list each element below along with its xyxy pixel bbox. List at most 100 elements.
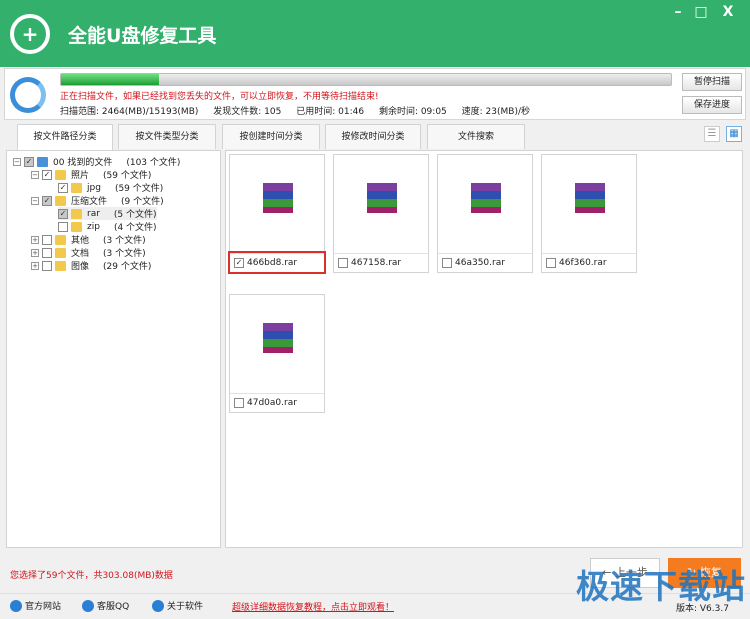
support-qq-link[interactable]: 客服QQ: [82, 599, 129, 612]
scan-info: 扫描范围: 2464(MB)/15193(MB) 发现文件数: 105 已用时间…: [60, 104, 542, 117]
tab-by-created[interactable]: 按创建时间分类: [222, 124, 320, 149]
tree-label: zip: [87, 221, 100, 232]
tree-count: (59 个文件): [114, 184, 164, 194]
app-logo-icon: +: [10, 14, 50, 54]
close-button[interactable]: X: [718, 4, 738, 20]
home-icon: [10, 599, 22, 612]
tree-count: (5 个文件): [113, 210, 157, 220]
minimize-button[interactable]: –: [668, 4, 688, 20]
watermark: 极速下载站: [576, 567, 746, 606]
collapse-icon[interactable]: −: [31, 170, 39, 179]
tab-by-type[interactable]: 按文件类型分类: [118, 124, 216, 149]
expand-icon[interactable]: +: [31, 248, 39, 257]
qq-icon: [82, 599, 94, 612]
list-view-icon[interactable]: ☰: [704, 126, 720, 142]
save-progress-button[interactable]: 保存进度: [682, 96, 742, 114]
tree-label: 文档: [71, 249, 90, 259]
file-label: 467158.rar: [334, 253, 428, 272]
file-label: 47d0a0.rar: [230, 393, 324, 412]
rar-archive-icon: [367, 183, 397, 215]
file-card[interactable]: 46a350.rar: [437, 154, 533, 273]
file-card[interactable]: 46f360.rar: [541, 154, 637, 273]
file-name: 47d0a0.rar: [247, 398, 297, 408]
rar-archive-icon: [263, 183, 293, 215]
folder-icon: [71, 182, 82, 193]
folder-icon: [55, 195, 66, 206]
file-checkbox[interactable]: [546, 258, 556, 268]
checkbox[interactable]: [42, 234, 52, 245]
rar-archive-icon: [575, 183, 605, 215]
scan-message: 正在扫描文件，如果已经找到您丢失的文件，可以立即恢复，不用等待扫描结束!: [60, 92, 379, 102]
tree-label: 00 找到的文件: [53, 158, 113, 168]
expand-icon[interactable]: +: [31, 261, 39, 270]
remaining-time: 剩余时间: 09:05: [378, 107, 447, 117]
tab-file-search[interactable]: 文件搜索: [427, 124, 525, 149]
folder-icon: [55, 234, 66, 245]
checkbox[interactable]: ✓: [42, 169, 52, 180]
tree-node-photos[interactable]: − ✓ 照片 (59 个文件): [31, 168, 151, 181]
link-label: 客服QQ: [97, 602, 130, 612]
scan-progress-bar: [60, 73, 672, 86]
tree-label: rar: [87, 208, 100, 219]
tree-count: (4 个文件): [113, 223, 157, 233]
file-name: 467158.rar: [351, 258, 402, 268]
tree-label: 压缩文件: [71, 197, 108, 207]
selection-summary: 您选择了59个文件，共303.08(MB)数据: [10, 571, 173, 581]
tutorial-link[interactable]: 超级详细数据恢复教程，点击立即观看！: [232, 600, 394, 613]
tree-node-jpg[interactable]: ✓ jpg (59 个文件): [58, 181, 163, 194]
rar-archive-icon: [471, 183, 501, 215]
collapse-icon[interactable]: −: [31, 196, 39, 205]
checkbox[interactable]: ✓: [58, 208, 68, 219]
file-label: ✓ 466bd8.rar: [228, 251, 326, 274]
tree-node-root[interactable]: − ✓ 00 找到的文件 (103 个文件): [13, 155, 180, 168]
grid-view-icon[interactable]: ▦: [726, 126, 742, 142]
file-card[interactable]: 467158.rar: [333, 154, 429, 273]
official-website-link[interactable]: 官方网站: [10, 599, 61, 612]
file-card[interactable]: 47d0a0.rar: [229, 294, 325, 413]
file-name: 466bd8.rar: [247, 258, 298, 268]
tree-label: 照片: [71, 171, 90, 181]
tree-node-images[interactable]: + 图像 (29 个文件): [31, 259, 151, 272]
tree-label: jpg: [87, 182, 101, 193]
pause-scan-button[interactable]: 暂停扫描: [682, 73, 742, 91]
folder-icon: [55, 169, 66, 180]
folder-icon: [71, 221, 82, 232]
about-link[interactable]: 关于软件: [152, 599, 203, 612]
info-icon: [152, 599, 164, 612]
scan-speed: 速度: 23(MB)/秒: [461, 107, 530, 117]
folder-icon: [71, 208, 82, 219]
app-title: 全能U盘修复工具: [68, 25, 217, 47]
checkbox[interactable]: ✓: [58, 182, 68, 193]
maximize-button[interactable]: □: [691, 4, 711, 20]
folder-icon: [55, 260, 66, 271]
file-checkbox[interactable]: [234, 398, 244, 408]
tree-node-zip[interactable]: zip (4 个文件): [58, 220, 157, 233]
tab-by-modified[interactable]: 按修改时间分类: [325, 124, 421, 149]
checkbox[interactable]: ✓: [42, 195, 52, 206]
file-card[interactable]: ✓ 466bd8.rar: [228, 154, 326, 274]
file-label: 46f360.rar: [542, 253, 636, 272]
tree-node-rar[interactable]: ✓ rar (5 个文件): [58, 207, 157, 220]
recycle-icon: [10, 77, 46, 113]
elapsed-time: 已用时间: 01:46: [296, 107, 365, 117]
collapse-icon[interactable]: −: [13, 157, 21, 166]
tab-by-path[interactable]: 按文件路径分类: [17, 124, 113, 150]
checkbox[interactable]: ✓: [24, 156, 34, 167]
tree-count: (103 个文件): [126, 158, 181, 168]
tree-count: (3 个文件): [103, 236, 146, 246]
checkbox[interactable]: [42, 260, 52, 271]
file-checkbox[interactable]: [442, 258, 452, 268]
checkbox[interactable]: [58, 221, 68, 232]
link-label: 关于软件: [167, 602, 204, 612]
folder-tree: − ✓ 00 找到的文件 (103 个文件) − ✓ 照片 (59 个文件) ✓ jpg (59…: [6, 150, 221, 548]
tree-node-documents[interactable]: + 文档 (3 个文件): [31, 246, 146, 259]
checkbox[interactable]: [42, 247, 52, 258]
tree-node-other[interactable]: + 其他 (3 个文件): [31, 233, 146, 246]
file-checkbox[interactable]: [338, 258, 348, 268]
expand-icon[interactable]: +: [31, 235, 39, 244]
file-checkbox[interactable]: ✓: [234, 258, 244, 268]
file-name: 46a350.rar: [455, 258, 505, 268]
tree-node-archives[interactable]: − ✓ 压缩文件 (9 个文件): [31, 194, 164, 207]
rar-archive-icon: [263, 323, 293, 355]
drive-icon: [37, 156, 48, 167]
